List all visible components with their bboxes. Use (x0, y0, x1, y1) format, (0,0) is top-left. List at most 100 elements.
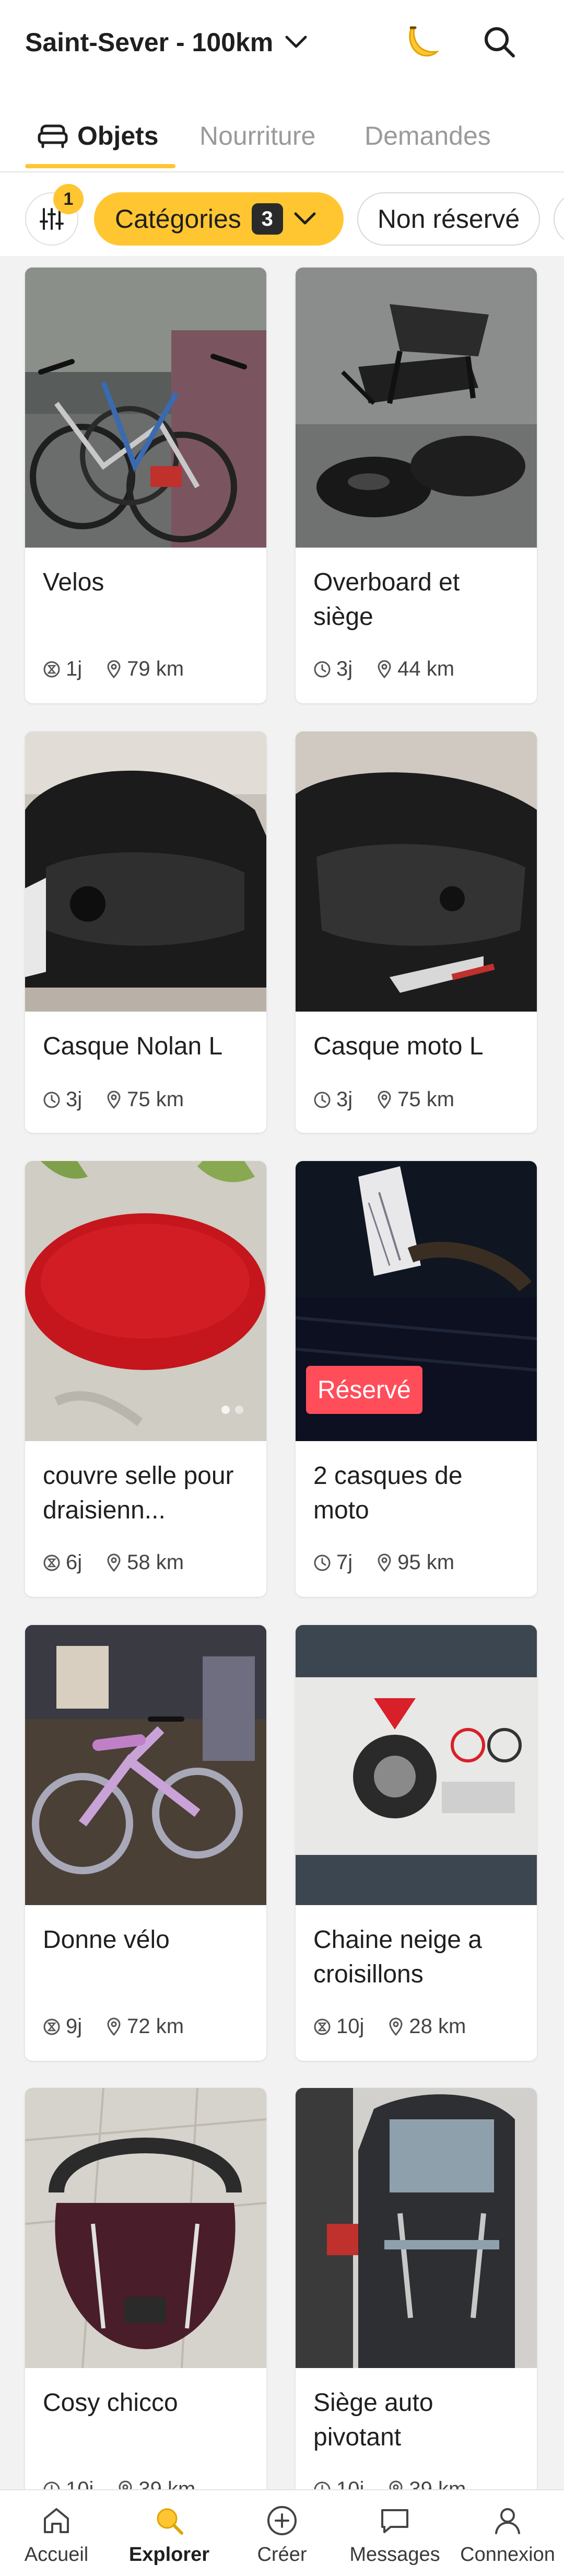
listing-age: 3j (66, 1088, 83, 1111)
chevron-down-icon (285, 36, 307, 48)
listing-distance: 28 km (409, 2015, 466, 2038)
location-selector[interactable]: Saint-Sever - 100km (25, 27, 308, 57)
hourglass-icon (314, 2018, 331, 2035)
tab-label: Nourriture (199, 121, 316, 150)
listing-card[interactable]: Casque Nolan L 3j 75 km (25, 732, 266, 1133)
filter-settings-button[interactable]: 1 (25, 184, 84, 246)
location-pin-icon (378, 1553, 391, 1572)
listing-title: Overboard et siège (313, 568, 460, 631)
listing-distance: 58 km (127, 1551, 184, 1574)
listing-card[interactable]: Donne vélo 9j 72 km (25, 1625, 266, 2061)
location-pin-icon (107, 1553, 121, 1572)
listing-title: couvre selle pour draisienn... (43, 1462, 234, 1524)
listing-distance: 44 km (397, 657, 455, 680)
listing-title: Donne vélo (43, 1926, 170, 1954)
user-icon (495, 2508, 520, 2534)
filter-bar: 1 Catégories 3 Non réservé (0, 172, 564, 256)
clock-icon (43, 1092, 60, 1108)
filter-count-badge: 1 (53, 184, 84, 214)
top-bar: Saint-Sever - 100km (0, 0, 564, 89)
listing-photo-swivel-car-seat (296, 2088, 537, 2368)
listing-photo-helmet (296, 732, 537, 1012)
categories-count-badge: 3 (251, 203, 283, 235)
non-reserved-label: Non réservé (377, 204, 520, 234)
listing-card[interactable]: Velos 1j 79 km (25, 268, 266, 703)
listing-card[interactable]: Overboard et siège 3j 44 km (296, 268, 537, 703)
nav-connexion[interactable]: Connexion (455, 2504, 560, 2566)
plus-circle-icon (267, 2506, 297, 2535)
sofa-icon (38, 124, 68, 148)
hourglass-icon (43, 661, 60, 677)
listing-title: Casque Nolan L (43, 1032, 223, 1060)
hourglass-icon (43, 1554, 60, 1571)
listing-card[interactable]: couvre selle pour draisienn... 6j 58 km (25, 1161, 266, 1597)
listing-meta: 7j 95 km (313, 1551, 454, 1574)
banana-icon[interactable] (401, 21, 443, 63)
location-pin-icon (378, 660, 391, 678)
chat-icon (381, 2509, 408, 2533)
listing-title: 2 casques de moto (313, 1462, 463, 1524)
listing-distance: 75 km (127, 1088, 184, 1111)
listing-age: 10j (336, 2015, 365, 2038)
tab-demandes[interactable]: Demandes (365, 110, 491, 162)
more-filter-button[interactable] (554, 192, 564, 246)
location-pin-icon (378, 1090, 391, 1109)
tab-objets[interactable]: Objets (38, 110, 159, 162)
nav-label: Connexion (460, 2544, 555, 2566)
listing-photo-bicycles (25, 268, 266, 548)
listing-photo-snow-chains (296, 1625, 537, 1905)
listing-photo-car-seat (25, 2088, 266, 2368)
nav-label: Messages (349, 2544, 440, 2566)
nav-creer[interactable]: Créer (230, 2504, 334, 2566)
listing-age: 1j (66, 657, 83, 680)
clock-icon (314, 1092, 331, 1108)
listing-title: Chaine neige a croisillons (313, 1926, 482, 1988)
nav-accueil[interactable]: Accueil (4, 2504, 109, 2566)
chevron-down-icon (294, 212, 316, 225)
listing-title: Cosy chicco (43, 2389, 178, 2417)
listing-card[interactable]: Cosy chicco 10j 39 km (25, 2088, 266, 2524)
listing-meta: 9j 72 km (43, 2015, 184, 2038)
listing-age: 6j (66, 1551, 83, 1574)
listing-card[interactable]: Réservé 2 casques de moto 7j 95 km (296, 1161, 537, 1597)
listing-photo-kid-bike (25, 1625, 266, 1905)
listing-distance: 95 km (397, 1551, 455, 1574)
listing-age: 3j (336, 657, 353, 680)
tab-nourriture[interactable]: Nourriture (199, 110, 315, 162)
listing-meta: 3j 44 km (313, 657, 454, 681)
listing-meta: 6j 58 km (43, 1551, 184, 1574)
listing-title: Siège auto pivotant (313, 2389, 433, 2451)
categories-filter-button[interactable]: Catégories 3 (94, 192, 344, 246)
listing-meta: 3j 75 km (43, 1088, 184, 1111)
location-label: Saint-Sever - 100km (25, 28, 274, 57)
home-icon (44, 2508, 69, 2533)
nav-label: Explorer (128, 2544, 210, 2566)
listing-card[interactable]: Chaine neige a croisillons 10j 28 km (296, 1625, 537, 2061)
listing-distance: 79 km (127, 657, 184, 680)
listing-title: Velos (43, 568, 104, 596)
nav-messages[interactable]: Messages (343, 2504, 447, 2566)
search-icon[interactable] (478, 21, 520, 63)
listing-title: Casque moto L (313, 1032, 484, 1060)
clock-icon (314, 1554, 331, 1571)
listing-card[interactable]: Casque moto L 3j 75 km (296, 732, 537, 1133)
listing-photo-hoverboard (296, 268, 537, 548)
nav-explorer[interactable]: Explorer (117, 2504, 221, 2566)
nav-label: Accueil (24, 2544, 89, 2566)
category-tabs: Objets Nourriture Demandes (0, 89, 564, 172)
listing-meta: 1j 79 km (43, 657, 184, 681)
listing-age: 9j (66, 2015, 83, 2038)
nav-label: Créer (257, 2544, 307, 2566)
non-reserved-filter-button[interactable]: Non réservé (357, 192, 540, 246)
listing-distance: 75 km (397, 1088, 455, 1111)
location-pin-icon (107, 1090, 121, 1109)
listing-card[interactable]: Siège auto pivotant 10j 39 km (296, 2088, 537, 2524)
listing-age: 7j (336, 1551, 353, 1574)
location-pin-icon (107, 2017, 121, 2036)
categories-label: Catégories (115, 204, 241, 234)
bottom-navigation: Accueil Explorer Créer Messages Connexio… (0, 2489, 564, 2576)
listing-meta: 3j 75 km (313, 1088, 454, 1111)
listing-distance: 72 km (127, 2015, 184, 2038)
listing-meta: 10j 28 km (313, 2015, 466, 2038)
tab-label: Objets (77, 121, 159, 150)
